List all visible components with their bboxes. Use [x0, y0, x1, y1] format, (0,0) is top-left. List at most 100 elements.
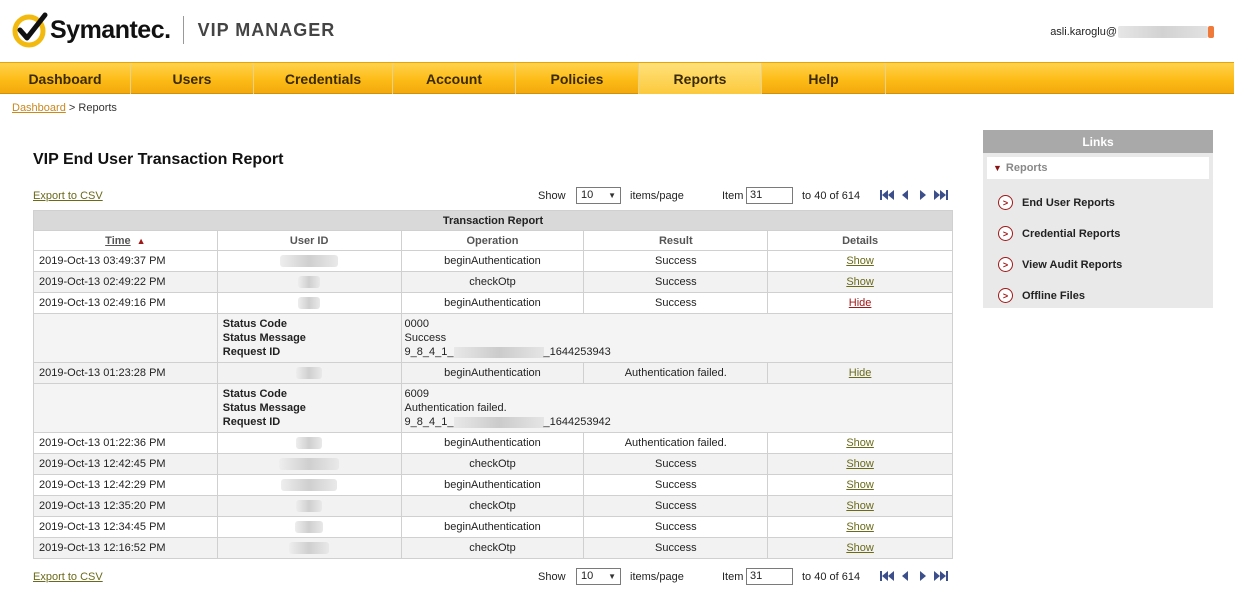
cell-operation: beginAuthentication [400, 250, 585, 272]
nav-account[interactable]: Account [393, 63, 516, 94]
table-row: 2019-Oct-13 12:42:45 PM checkOtp Success… [33, 453, 953, 475]
previous-page-icon[interactable] [898, 570, 912, 582]
cell-operation: beginAuthentication [400, 432, 585, 454]
cell-operation: beginAuthentication [400, 362, 585, 384]
links-section-reports[interactable]: ▼ Reports [987, 157, 1209, 179]
link-credential-reports[interactable]: > Credential Reports [983, 218, 1213, 249]
show-details-link[interactable]: Show [846, 276, 874, 288]
next-page-icon[interactable] [916, 570, 930, 582]
detail-values: 6009 Authentication failed. 9_8_4_1_ _164… [400, 383, 954, 433]
table-row: 2019-Oct-13 02:49:16 PM beginAuthenticat… [33, 292, 953, 314]
column-header-operation: Operation [400, 230, 585, 251]
status-code-value: 6009 [404, 388, 430, 400]
status-message-value: Success [404, 332, 447, 344]
cell-user-id [216, 250, 402, 272]
page-title: VIP End User Transaction Report [33, 151, 284, 168]
redacted-user-id [289, 542, 330, 555]
export-csv-link[interactable]: Export to CSV [33, 571, 103, 583]
items-per-page-value: 10 [581, 570, 594, 582]
cell-result: Success [583, 516, 769, 538]
previous-page-icon[interactable] [898, 189, 912, 201]
cell-details: Show [767, 474, 953, 496]
nav-policies[interactable]: Policies [516, 63, 639, 94]
transaction-report-table: Transaction Report Time ▲ User ID Operati… [33, 210, 954, 559]
table-row: 2019-Oct-13 01:23:28 PM beginAuthenticat… [33, 362, 953, 384]
cell-time: 2019-Oct-13 02:49:16 PM [33, 292, 218, 314]
items-per-page-select[interactable]: 10 ▼ [576, 187, 621, 204]
cell-user-id [216, 362, 402, 384]
redacted-user-id [298, 297, 321, 310]
nav-reports[interactable]: Reports [639, 63, 762, 94]
table-row: 2019-Oct-13 12:16:52 PM checkOtp Success… [33, 537, 953, 559]
status-message-label: Status Message [222, 332, 306, 344]
nav-help[interactable]: Help [762, 63, 886, 94]
redacted-user-id [298, 276, 321, 289]
cell-operation: beginAuthentication [400, 516, 585, 538]
column-header-time[interactable]: Time ▲ [33, 230, 218, 251]
brand-name: Symantec. [50, 15, 171, 44]
pagination-toolbar-top: Export to CSV Show 10 ▼ items/page Item … [33, 187, 953, 207]
first-page-icon[interactable] [880, 189, 894, 201]
table-caption: Transaction Report [33, 210, 953, 231]
cell-details: Hide [767, 292, 953, 314]
show-details-link[interactable]: Show [846, 255, 874, 267]
cell-time: 2019-Oct-13 12:35:20 PM [33, 495, 218, 517]
table-row: 2019-Oct-13 02:49:22 PM checkOtp Success… [33, 271, 953, 293]
table-row: 2019-Oct-13 12:35:20 PM checkOtp Success… [33, 495, 953, 517]
cell-time: 2019-Oct-13 01:22:36 PM [33, 432, 218, 454]
cell-time: 2019-Oct-13 02:49:22 PM [33, 271, 218, 293]
column-header-user-id: User ID [216, 230, 402, 251]
hide-details-link[interactable]: Hide [849, 297, 872, 309]
link-view-audit-reports[interactable]: > View Audit Reports [983, 249, 1213, 280]
cell-result: Success [583, 474, 769, 496]
last-page-icon[interactable] [934, 189, 948, 201]
breadcrumb: Dashboard > Reports [12, 102, 117, 114]
detail-labels: Status Code Status Message Request ID [216, 383, 402, 433]
show-details-link[interactable]: Show [846, 437, 874, 449]
show-details-link[interactable]: Show [846, 542, 874, 554]
nav-credentials[interactable]: Credentials [254, 63, 393, 94]
item-start-input[interactable]: 31 [746, 187, 793, 204]
link-end-user-reports[interactable]: > End User Reports [983, 187, 1213, 218]
link-offline-files[interactable]: > Offline Files [983, 280, 1213, 311]
symantec-logo[interactable]: Symantec. VIP MANAGER [12, 12, 335, 48]
cell-user-id [216, 271, 402, 293]
nav-dashboard[interactable]: Dashboard [0, 63, 131, 94]
request-id-suffix: _1644253943 [543, 346, 611, 358]
nav-users[interactable]: Users [131, 63, 254, 94]
request-id-label: Request ID [222, 416, 281, 428]
hide-details-link[interactable]: Hide [849, 367, 872, 379]
show-details-link[interactable]: Show [846, 521, 874, 533]
export-csv-link[interactable]: Export to CSV [33, 190, 103, 202]
breadcrumb-current: Reports [78, 102, 117, 114]
next-page-icon[interactable] [916, 189, 930, 201]
item-start-input[interactable]: 31 [746, 568, 793, 585]
cell-details: Show [767, 250, 953, 272]
detail-labels: Status Code Status Message Request ID [216, 313, 402, 363]
item-range-text: to 40 of 614 [802, 190, 861, 202]
cell-operation: checkOtp [400, 495, 585, 517]
user-account[interactable]: asli.karoglu@ [1050, 26, 1214, 38]
status-code-label: Status Code [222, 318, 287, 330]
items-per-page-value: 10 [581, 189, 594, 201]
items-per-page-select[interactable]: 10 ▼ [576, 568, 621, 585]
table-row: 2019-Oct-13 01:22:36 PM beginAuthenticat… [33, 432, 953, 454]
user-email: asli.karoglu@ [1050, 26, 1117, 38]
first-page-icon[interactable] [880, 570, 894, 582]
checkmark-logo-icon [12, 12, 48, 48]
triangle-down-icon: ▼ [993, 163, 1002, 173]
show-details-link[interactable]: Show [846, 479, 874, 491]
breadcrumb-dashboard-link[interactable]: Dashboard [12, 102, 66, 114]
last-page-icon[interactable] [934, 570, 948, 582]
cell-result: Success [583, 495, 769, 517]
redacted-request-id [453, 346, 544, 358]
cell-operation: checkOtp [400, 537, 585, 559]
show-details-link[interactable]: Show [846, 500, 874, 512]
cell-operation: beginAuthentication [400, 474, 585, 496]
cell-user-id [216, 292, 402, 314]
show-details-link[interactable]: Show [846, 458, 874, 470]
cell-time: 2019-Oct-13 12:42:29 PM [33, 474, 218, 496]
cell-time: 2019-Oct-13 12:42:45 PM [33, 453, 218, 475]
cell-operation: checkOtp [400, 271, 585, 293]
cell-result: Success [583, 537, 769, 559]
